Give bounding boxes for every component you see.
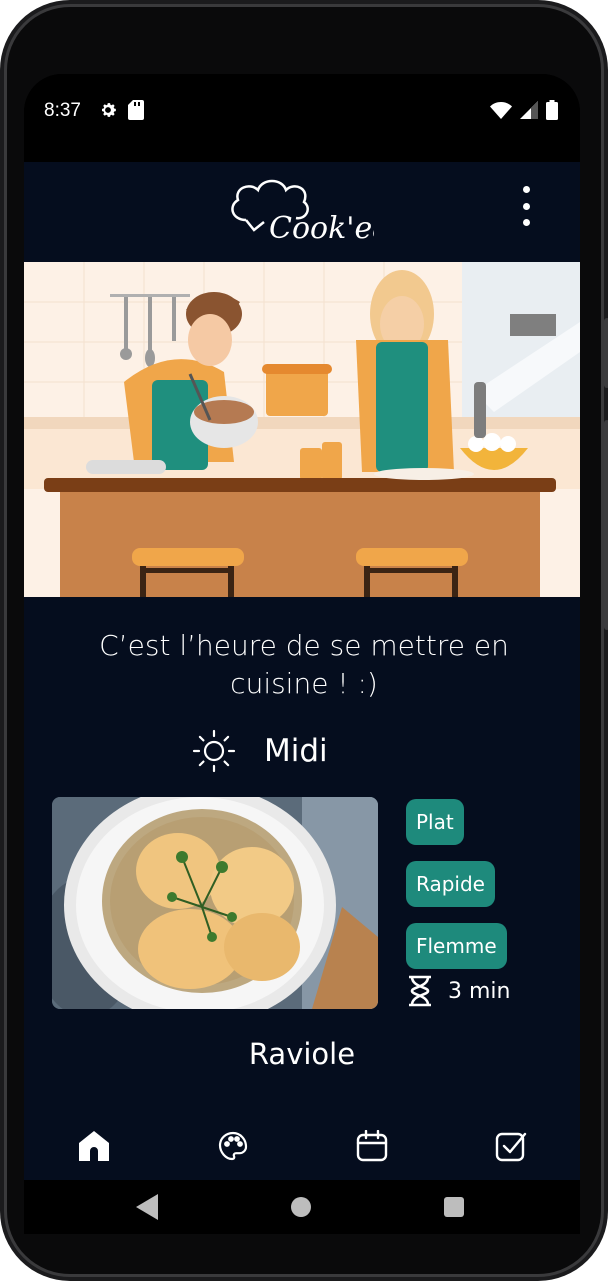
system-nav-bar xyxy=(24,1180,580,1234)
settings-icon xyxy=(102,103,116,117)
meal-time-row: Midi xyxy=(192,729,328,773)
recipe-name[interactable]: Raviole xyxy=(24,1037,580,1071)
palette-icon xyxy=(218,1131,247,1161)
power-button xyxy=(604,318,608,388)
app-bar: Cook'eat xyxy=(24,162,580,262)
status-time: 8:37 xyxy=(44,100,81,121)
recipe-time: 3 min xyxy=(408,975,510,1007)
nav-home[interactable] xyxy=(62,1114,126,1178)
signal-icon xyxy=(520,101,538,119)
meal-label: Midi xyxy=(264,733,328,769)
bottom-nav xyxy=(24,1112,580,1180)
calendar-icon xyxy=(356,1130,387,1162)
status-bar: 8:37 xyxy=(24,74,580,162)
nav-palette[interactable] xyxy=(201,1114,265,1178)
tag-flemme[interactable]: Flemme xyxy=(406,923,507,969)
tag-plat[interactable]: Plat xyxy=(406,799,464,845)
phone-frame: 8:37 Cook'eat xyxy=(0,0,608,1281)
more-vert-icon[interactable] xyxy=(518,186,534,226)
volume-button xyxy=(604,420,608,630)
tag-rapide[interactable]: Rapide xyxy=(406,861,495,907)
sd-card-icon xyxy=(128,100,144,120)
sun-icon xyxy=(192,729,236,773)
page-headline: C’est l’heure de se mettre en cuisine ! … xyxy=(99,629,509,700)
recipe-time-text: 3 min xyxy=(448,978,511,1004)
screen: 8:37 Cook'eat xyxy=(24,74,580,1234)
recipe-tags: Plat Rapide Flemme xyxy=(406,799,556,985)
checkbox-icon xyxy=(495,1132,526,1162)
home-circle-icon[interactable] xyxy=(291,1197,311,1217)
main-content: C’est l’heure de se mettre en cuisine ! … xyxy=(24,597,580,1112)
cookeat-logo: Cook'eat xyxy=(224,170,403,250)
recents-icon[interactable] xyxy=(444,1197,464,1217)
nav-checklist[interactable] xyxy=(479,1114,543,1178)
hourglass-icon xyxy=(409,975,431,1007)
back-icon[interactable] xyxy=(136,1194,158,1220)
nav-calendar[interactable] xyxy=(340,1114,404,1178)
battery-icon xyxy=(546,100,558,120)
wifi-icon xyxy=(490,102,512,119)
bottom-bezel xyxy=(24,1234,580,1254)
home-icon xyxy=(78,1131,109,1161)
recipe-image[interactable] xyxy=(52,797,378,1009)
hero-illustration xyxy=(24,262,580,597)
svg-text:Cook'eat: Cook'eat xyxy=(269,211,374,246)
